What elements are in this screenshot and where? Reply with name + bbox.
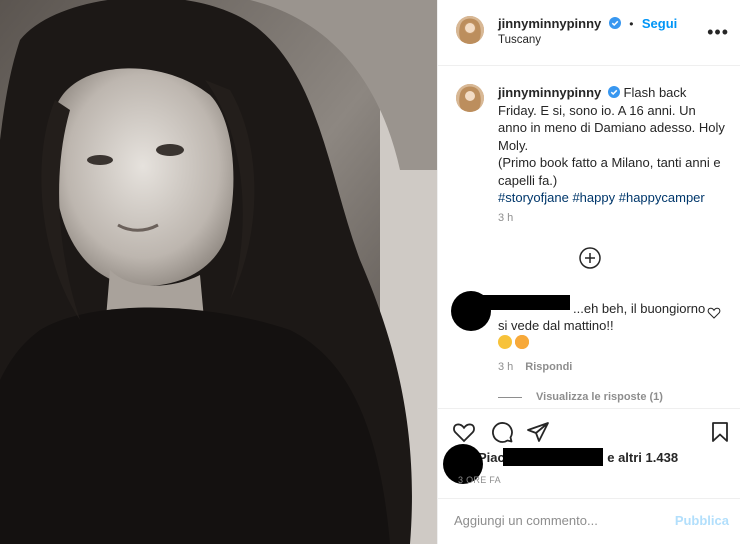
header-user-line: jinnyminnypinny • Segui bbox=[498, 15, 677, 33]
comment-meta: 3 h Rispondi bbox=[498, 361, 572, 373]
comment-text-block: ...eh beh, il buongiorno si vede dal mat… bbox=[498, 300, 708, 351]
hashtag-link[interactable]: #happycamper bbox=[619, 190, 705, 205]
likes-count[interactable]: e altri 1.438 bbox=[607, 450, 678, 465]
likes-section: Piace e altri 1.438 3 ORE FA bbox=[438, 444, 740, 498]
comment-item: ...eh beh, il buongiorno si vede dal mat… bbox=[438, 286, 740, 408]
smiling-face-emoji bbox=[498, 335, 512, 349]
post-sidebar: jinnyminnypinny • Segui Tuscany ••• jinn… bbox=[437, 0, 740, 544]
follow-button[interactable]: Segui bbox=[642, 16, 677, 31]
comment-bubble-icon[interactable] bbox=[490, 420, 514, 444]
publish-button[interactable]: Pubblica bbox=[675, 513, 729, 528]
hashtag-link[interactable]: #storyofjane bbox=[498, 190, 569, 205]
like-heart-icon[interactable] bbox=[452, 420, 476, 444]
view-replies-label: Visualizza le risposte (1) bbox=[536, 391, 663, 403]
comment-like-heart-icon[interactable] bbox=[707, 306, 721, 320]
comment-time[interactable]: 3 h bbox=[498, 361, 513, 373]
add-comment-bar: Aggiungi un commento... Pubblica bbox=[438, 498, 740, 544]
save-bookmark-icon[interactable] bbox=[708, 420, 732, 444]
post-photo[interactable] bbox=[0, 0, 437, 544]
heart-eyes-emoji bbox=[515, 335, 529, 349]
caption-avatar[interactable] bbox=[456, 84, 484, 112]
view-replies-button[interactable]: Visualizza le risposte (1) bbox=[498, 391, 663, 403]
separator-dot: • bbox=[629, 17, 634, 31]
redacted-username bbox=[503, 448, 603, 466]
post-header: jinnyminnypinny • Segui Tuscany ••• bbox=[438, 0, 740, 66]
more-options-icon[interactable]: ••• bbox=[707, 22, 729, 43]
avatar[interactable] bbox=[456, 16, 484, 44]
replies-divider bbox=[498, 396, 522, 398]
share-plane-icon[interactable] bbox=[526, 420, 550, 444]
comment-text: ...eh beh, il buongiorno si vede dal mat… bbox=[498, 301, 706, 333]
hashtags: #storyofjane #happy #happycamper bbox=[498, 190, 705, 205]
caption-username[interactable]: jinnyminnypinny bbox=[498, 85, 601, 100]
action-bar bbox=[438, 408, 740, 448]
verified-badge-icon bbox=[608, 17, 621, 29]
header-username[interactable]: jinnyminnypinny bbox=[498, 16, 601, 31]
comment-input[interactable]: Aggiungi un commento... bbox=[454, 513, 598, 528]
portrait-image bbox=[0, 0, 437, 544]
reply-button[interactable]: Rispondi bbox=[525, 361, 572, 373]
caption-text-2: (Primo book fatto a Milano, tanti anni e… bbox=[498, 155, 721, 188]
caption-time[interactable]: 3 h bbox=[498, 212, 513, 224]
load-more-comments-icon[interactable] bbox=[579, 247, 601, 269]
post-timestamp[interactable]: 3 ORE FA bbox=[458, 475, 501, 485]
hashtag-link[interactable]: #happy bbox=[572, 190, 615, 205]
post-caption: jinnyminnypinny Flash back Friday. E si,… bbox=[498, 84, 726, 207]
verified-badge-icon bbox=[607, 86, 620, 98]
location-link[interactable]: Tuscany bbox=[498, 34, 541, 46]
